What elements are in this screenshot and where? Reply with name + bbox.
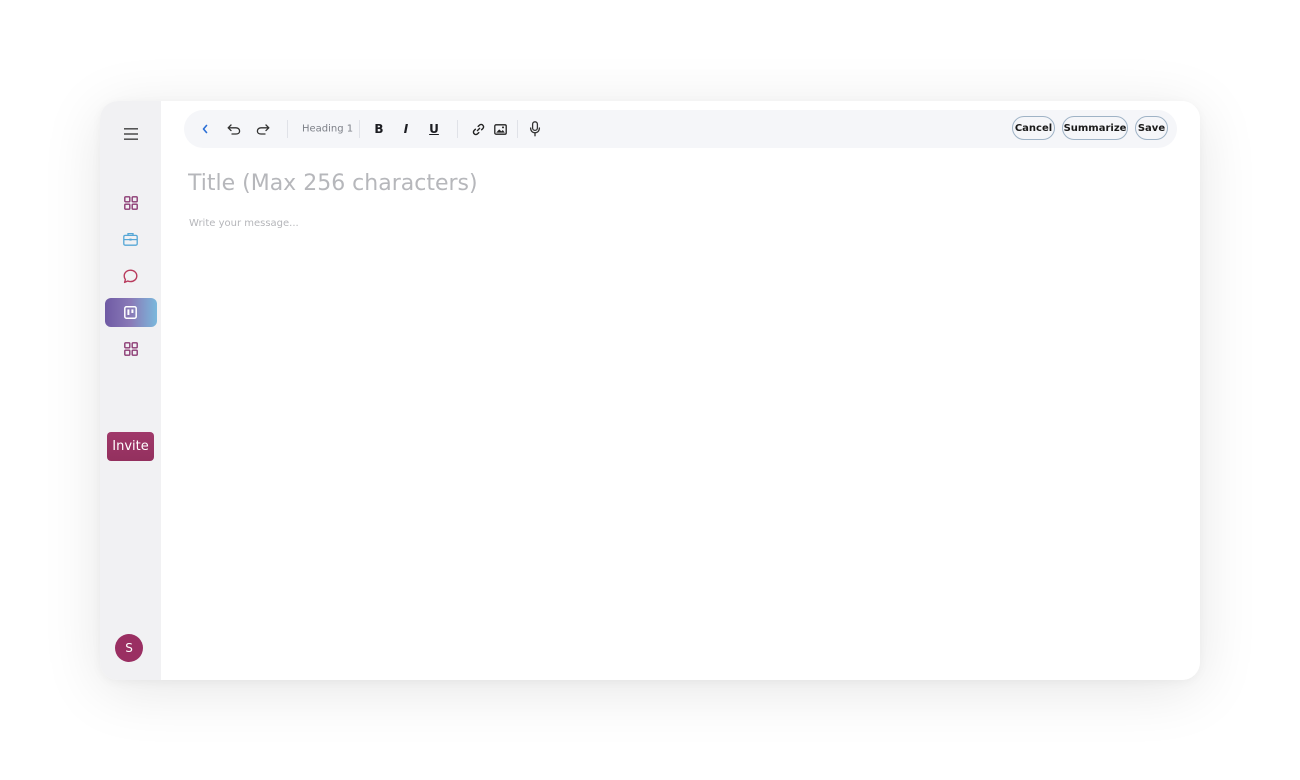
link-icon	[472, 123, 484, 135]
editor-toolbar: Heading 1 B I U Cancel Summarize Save	[184, 110, 1177, 148]
app-window: Invite S Heading 1 B I U Cancel Summariz…	[100, 101, 1200, 680]
undo-button[interactable]	[225, 120, 243, 138]
image-icon	[493, 123, 507, 135]
summarize-button[interactable]: Summarize	[1062, 116, 1128, 140]
redo-button[interactable]	[254, 120, 272, 138]
save-button[interactable]: Save	[1135, 116, 1168, 140]
bold-button[interactable]: B	[374, 122, 383, 136]
underline-button[interactable]: U	[429, 122, 439, 136]
redo-icon	[256, 123, 270, 135]
insert-link-button[interactable]	[469, 120, 487, 138]
sidebar: Invite S	[100, 101, 161, 680]
sidebar-item-widgets[interactable]	[119, 337, 143, 361]
dashboard-grid-icon	[123, 196, 138, 210]
toolbar-divider	[359, 120, 360, 138]
cancel-button[interactable]: Cancel	[1012, 116, 1055, 140]
editor-panel: Heading 1 B I U Cancel Summarize Save Ti…	[161, 101, 1200, 680]
hamburger-menu-icon[interactable]	[119, 123, 143, 145]
title-input[interactable]	[188, 171, 888, 196]
italic-button[interactable]: I	[404, 122, 408, 136]
toolbar-divider	[457, 120, 458, 138]
chevron-left-icon	[202, 124, 208, 134]
sidebar-item-briefcase[interactable]	[119, 227, 143, 251]
voice-input-button[interactable]	[526, 120, 544, 138]
chat-bubble-icon	[123, 269, 138, 283]
sidebar-item-board-active[interactable]	[104, 298, 157, 327]
invite-button[interactable]: Invite	[107, 432, 154, 461]
avatar-initial: S	[125, 641, 133, 655]
microphone-icon	[529, 121, 541, 137]
message-input[interactable]: Write your message...	[189, 218, 889, 229]
avatar[interactable]: S	[115, 634, 143, 662]
back-button[interactable]	[197, 121, 213, 137]
dashboard-grid-icon	[123, 342, 138, 356]
undo-icon	[227, 123, 241, 135]
briefcase-icon	[123, 232, 138, 246]
toolbar-divider	[287, 120, 288, 138]
kanban-board-icon	[124, 306, 137, 319]
insert-image-button[interactable]	[491, 120, 509, 138]
heading-select[interactable]: Heading 1	[302, 124, 353, 135]
sidebar-item-dashboard[interactable]	[119, 191, 143, 215]
sidebar-item-chat[interactable]	[119, 264, 143, 288]
toolbar-divider	[517, 120, 518, 138]
